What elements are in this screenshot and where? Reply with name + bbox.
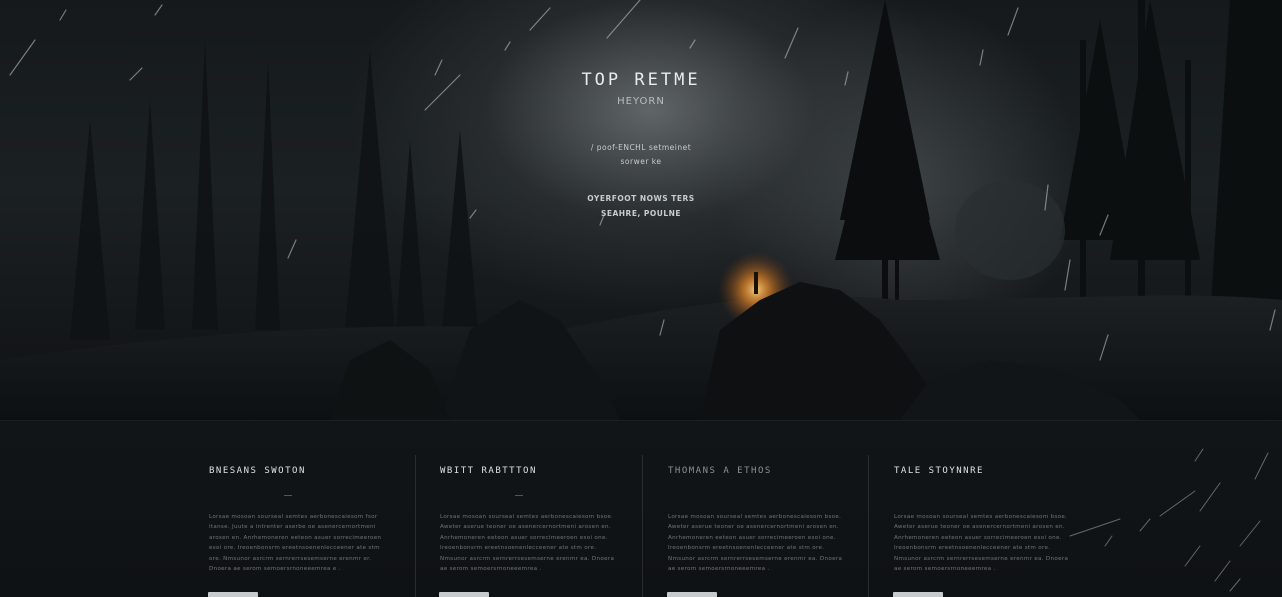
hero-subtitle: HEYORN	[617, 96, 665, 107]
hero-section: TOP RETME HEYORN / poof-ENCHL setmeinet …	[0, 0, 1282, 420]
feature-button[interactable]	[208, 592, 258, 597]
feature-button[interactable]	[439, 592, 489, 597]
hero-content: TOP RETME HEYORN / poof-ENCHL setmeinet …	[0, 0, 1282, 420]
hero-line-2: sorwer ke	[620, 157, 662, 166]
feature-button[interactable]	[667, 592, 717, 597]
feature-column-3: THOMANS A ETHOS Lorsae mosoan sourseal s…	[667, 421, 893, 597]
feature-title: TALE STOYNNRE	[894, 466, 984, 476]
feature-column-4: TALE STOYNNRE Lorsae mosoan sourseal sem…	[893, 421, 1119, 597]
feature-text: Lorsae mosoan sourseal semtes aerbonesca…	[209, 514, 382, 573]
title-dash-divider	[284, 495, 292, 496]
title-dash-divider	[515, 495, 523, 496]
hero-line-1: / poof-ENCHL setmeinet	[590, 143, 692, 152]
feature-column-2: WBITT RABTTTON Lorsae mosoan sourseal se…	[439, 421, 665, 597]
feature-text: Lorsae mosoan sourseal semtes aerbonesca…	[668, 514, 843, 573]
feature-button[interactable]	[893, 592, 943, 597]
feature-column-1: BNESANS SWOTON Lorsae mosoan sourseal se…	[208, 421, 434, 597]
feature-title: BNESANS SWOTON	[209, 466, 306, 476]
feature-title: THOMANS A ETHOS	[668, 466, 772, 476]
features-section: BNESANS SWOTON Lorsae mosoan sourseal se…	[0, 420, 1282, 597]
feature-text: Lorsae mosoan sourseal semtes aerbonesca…	[894, 514, 1069, 573]
feature-text: Lorsae mosoan sourseal semtes aerbonesca…	[440, 514, 615, 573]
hero-line-3: OYERFOOT NOWS TERS	[587, 194, 695, 203]
feature-title: WBITT RABTTTON	[440, 466, 537, 476]
hero-line-4: SEAHRE, POULNE	[600, 209, 682, 218]
hero-title: TOP RETME	[581, 70, 701, 90]
